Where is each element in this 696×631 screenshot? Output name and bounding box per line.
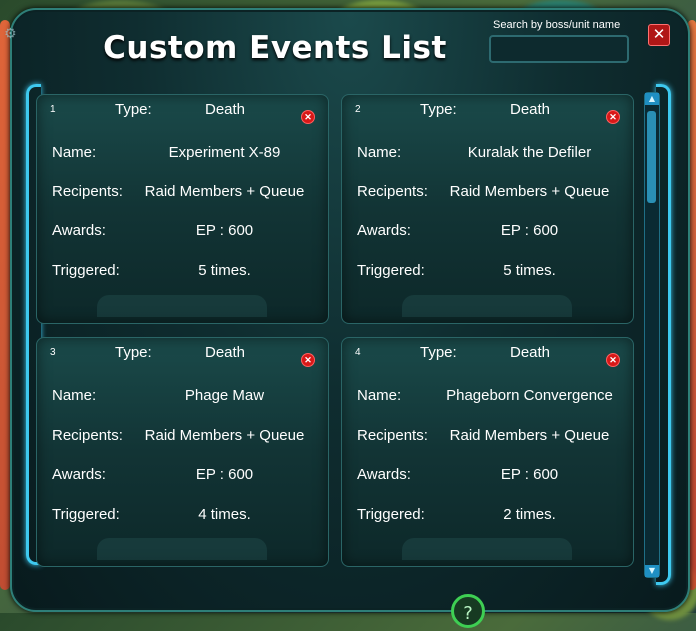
- delete-event-button[interactable]: ✕: [301, 110, 315, 124]
- event-name: Phageborn Convergence: [446, 387, 613, 404]
- event-triggered: 2 times.: [503, 506, 556, 523]
- event-recipients: Raid Members + Queue: [144, 183, 305, 200]
- event-recipients: Raid Members + Queue: [449, 427, 610, 444]
- event-type: Death: [205, 101, 246, 118]
- delete-event-button[interactable]: ✕: [301, 353, 315, 367]
- awards-label: Awards:: [52, 222, 106, 239]
- search-input[interactable]: [489, 35, 629, 63]
- type-label: Type:: [420, 101, 457, 118]
- event-card: 2 Type: Death ✕ Name: Kuralak the Defile…: [341, 94, 634, 324]
- event-triggered: 5 times.: [503, 262, 556, 279]
- event-awards: EP : 600: [195, 222, 254, 239]
- triggered-label: Triggered:: [52, 506, 120, 523]
- event-triggered: 5 times.: [198, 262, 251, 279]
- triggered-label: Triggered:: [357, 262, 425, 279]
- scroll-thumb[interactable]: [647, 111, 656, 203]
- delete-event-button[interactable]: ✕: [606, 353, 620, 367]
- card-decoration: [402, 538, 572, 560]
- event-triggered: 4 times.: [198, 506, 251, 523]
- name-label: Name:: [357, 144, 402, 161]
- name-label: Name:: [52, 387, 97, 404]
- delete-event-button[interactable]: ✕: [606, 110, 620, 124]
- type-label: Type:: [115, 344, 152, 361]
- recipients-label: Recipents:: [357, 183, 428, 200]
- event-index: 3: [50, 347, 56, 358]
- scroll-up-button[interactable]: ▲: [645, 93, 659, 105]
- event-type: Death: [510, 344, 551, 361]
- recipients-label: Recipents:: [357, 427, 428, 444]
- window-title: Custom Events List: [103, 30, 447, 66]
- triggered-label: Triggered:: [52, 262, 120, 279]
- event-name: Kuralak the Defiler: [467, 144, 592, 161]
- recipients-label: Recipents:: [52, 427, 123, 444]
- name-label: Name:: [357, 387, 402, 404]
- card-decoration: [402, 295, 572, 317]
- event-awards: EP : 600: [195, 466, 254, 483]
- event-card: 4 Type: Death ✕ Name: Phageborn Converge…: [341, 337, 634, 567]
- event-awards: EP : 600: [500, 466, 559, 483]
- event-recipients: Raid Members + Queue: [144, 427, 305, 444]
- event-awards: EP : 600: [500, 222, 559, 239]
- type-label: Type:: [115, 101, 152, 118]
- search-label: Search by boss/unit name: [493, 19, 621, 31]
- close-button[interactable]: ✕: [648, 24, 670, 46]
- awards-label: Awards:: [357, 222, 411, 239]
- awards-label: Awards:: [357, 466, 411, 483]
- type-label: Type:: [420, 344, 457, 361]
- help-button[interactable]: ?: [451, 594, 485, 628]
- event-index: 4: [355, 347, 361, 358]
- card-decoration: [97, 538, 267, 560]
- event-recipients: Raid Members + Queue: [449, 183, 610, 200]
- event-type: Death: [510, 101, 551, 118]
- name-label: Name:: [52, 144, 97, 161]
- event-card: 3 Type: Death ✕ Name: Phage Maw Recipent…: [36, 337, 329, 567]
- window-left-glow: [0, 20, 10, 590]
- event-name: Experiment X-89: [168, 144, 281, 161]
- scrollbar[interactable]: ▲ ▼: [644, 92, 660, 578]
- scroll-down-button[interactable]: ▼: [645, 565, 659, 577]
- recipients-label: Recipents:: [52, 183, 123, 200]
- event-card: 1 Type: Death ✕ Name: Experiment X-89 Re…: [36, 94, 329, 324]
- triggered-label: Triggered:: [357, 506, 425, 523]
- event-index: 2: [355, 104, 361, 115]
- event-index: 1: [50, 104, 56, 115]
- awards-label: Awards:: [52, 466, 106, 483]
- event-type: Death: [205, 344, 246, 361]
- event-name: Phage Maw: [184, 387, 265, 404]
- card-decoration: [97, 295, 267, 317]
